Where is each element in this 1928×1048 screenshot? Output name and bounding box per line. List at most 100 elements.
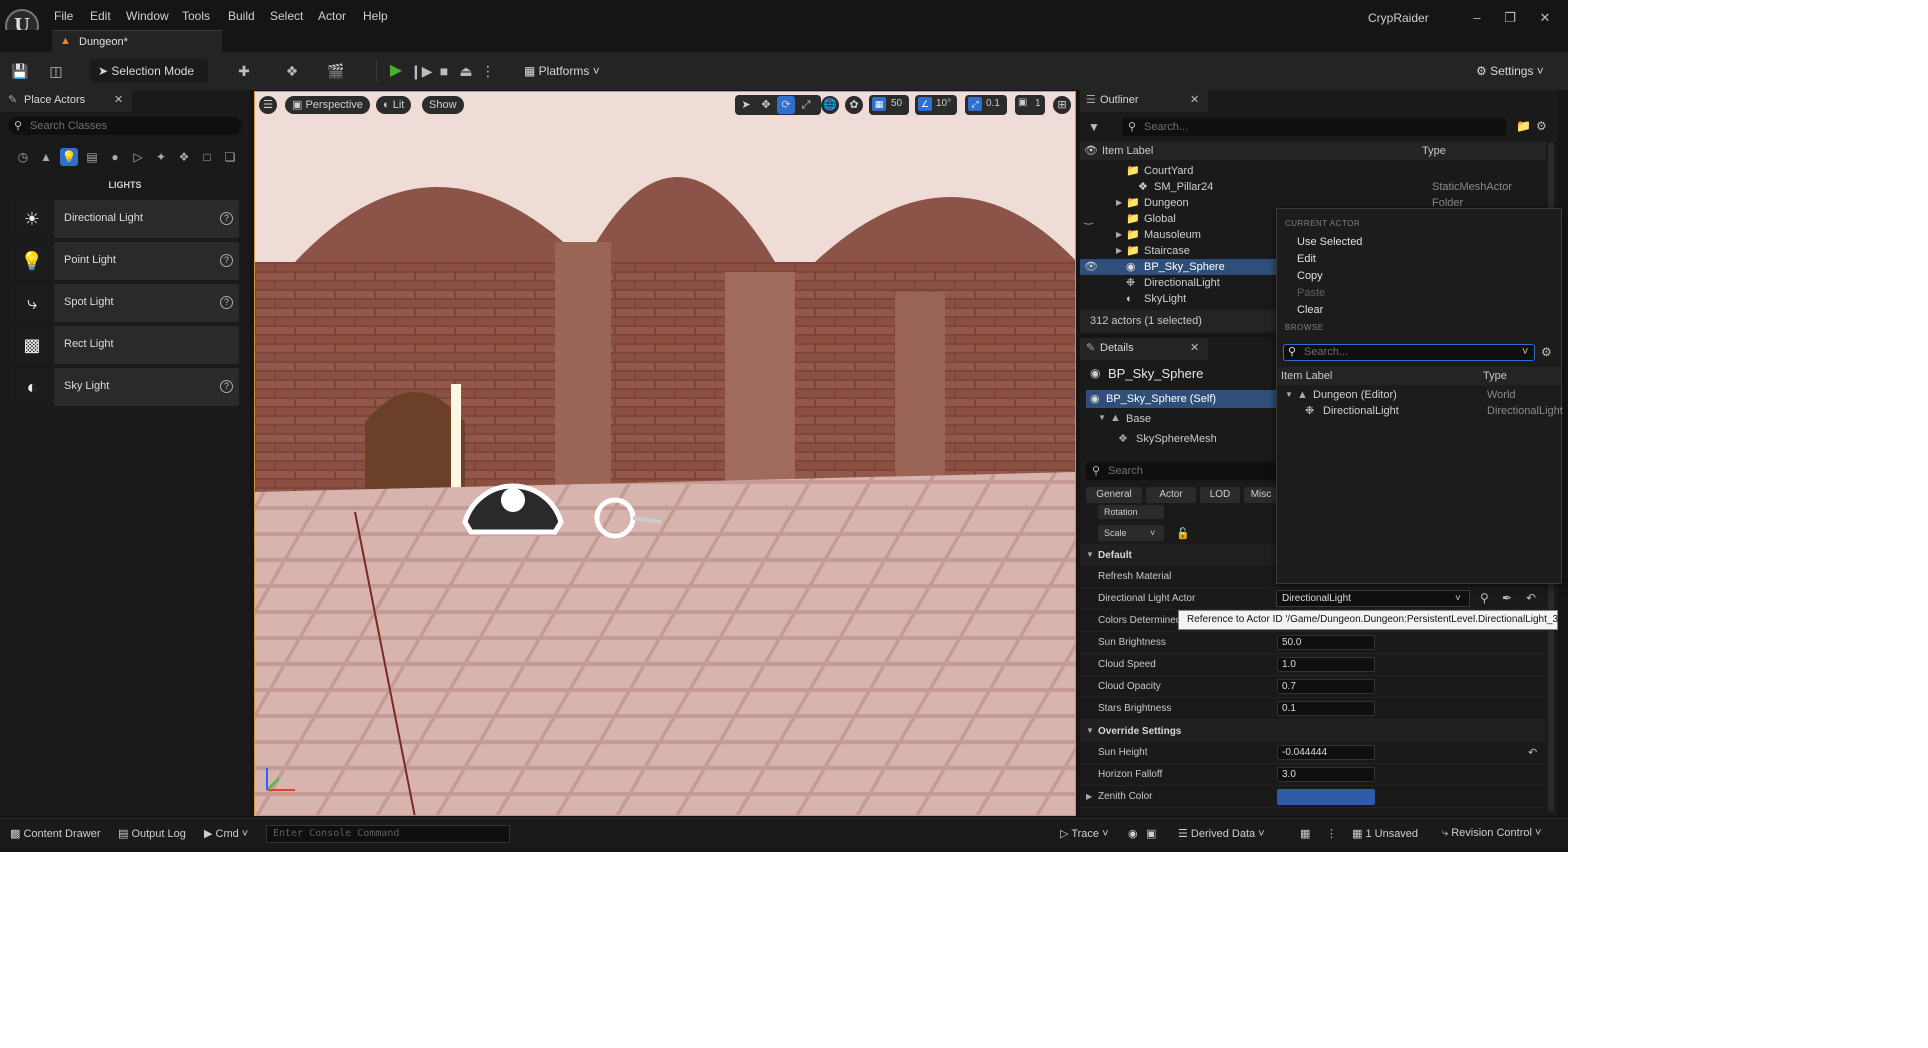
collapse-arrow-icon[interactable]: ▼ <box>1098 413 1106 422</box>
popup-tree-row[interactable]: ▼ ▲ Dungeon (Editor) World <box>1277 387 1561 403</box>
item-label-column[interactable]: Item Label <box>1281 370 1332 382</box>
help-icon[interactable]: ? <box>220 296 233 309</box>
clear-item[interactable]: Clear <box>1297 304 1323 316</box>
sun-height-input[interactable]: -0.044444 <box>1277 745 1375 760</box>
misc-category-icon[interactable]: ❏ <box>221 148 239 166</box>
expand-arrow-icon[interactable]: ▶ <box>1086 792 1092 801</box>
rotation-dropdown[interactable]: Rotation <box>1098 505 1164 519</box>
lock-icon[interactable]: 🔓 <box>1176 527 1190 540</box>
surface-snap-icon[interactable]: ✿ <box>845 96 863 114</box>
component-row-selected[interactable]: ◉ BP_Sky_Sphere (Self) <box>1086 390 1276 408</box>
close-tab-icon[interactable]: ✕ <box>1190 93 1199 106</box>
eyedropper-icon[interactable]: ✒ <box>1502 591 1512 605</box>
content-drawer-button[interactable]: ▩ Content Drawer <box>10 827 101 840</box>
expand-arrow-icon[interactable]: ▶ <box>1116 195 1122 211</box>
save-icon[interactable]: 💾 <box>10 61 30 81</box>
close-tab-icon[interactable]: ✕ <box>114 93 123 106</box>
sun-brightness-input[interactable]: 50.0 <box>1277 635 1375 650</box>
rotation-snap-group[interactable]: ∠ 10° <box>915 95 957 115</box>
menu-select[interactable]: Select <box>270 9 303 23</box>
visual-effects-category-icon[interactable]: ● <box>106 148 124 166</box>
reset-icon[interactable]: ↶ <box>1528 746 1537 759</box>
close-window-icon[interactable]: ✕ <box>1530 8 1560 28</box>
lights-category-icon[interactable]: 💡 <box>60 148 78 166</box>
search-classes-input[interactable]: ⚲ Search Classes <box>8 117 242 135</box>
type-column[interactable]: Type <box>1422 145 1446 157</box>
record-icon[interactable]: ◉ <box>1128 827 1138 840</box>
horizon-falloff-input[interactable]: 3.0 <box>1277 767 1375 782</box>
volumes-category-icon[interactable]: ✦ <box>152 148 170 166</box>
popup-tree-row[interactable]: ❉ DirectionalLight DirectionalLight <box>1277 403 1563 419</box>
cinematic-category-icon[interactable]: ▤ <box>83 148 101 166</box>
grid-snap-group[interactable]: ▦ 50 <box>869 95 909 115</box>
stop-icon[interactable]: ■ <box>434 61 454 81</box>
show-button[interactable]: Show <box>422 96 464 114</box>
outliner-search-input[interactable]: ⚲ Search... <box>1122 118 1506 136</box>
collapse-arrow-icon[interactable]: ▼ <box>1285 387 1293 403</box>
trace-button[interactable]: ▷ Trace ˅ <box>1060 827 1109 840</box>
screenshot-icon[interactable]: ▣ <box>1146 827 1156 840</box>
visibility-icon[interactable]: 👁 <box>1084 259 1098 275</box>
layout-icon[interactable]: ⊞ <box>1053 96 1071 114</box>
output-log-button[interactable]: ▤ Output Log <box>118 827 186 840</box>
scale-snap-group[interactable]: ⤢ 0.1 <box>965 95 1007 115</box>
camera-speed-group[interactable]: ▣ 1 <box>1015 95 1045 115</box>
details-search-input[interactable]: ⚲ Search <box>1086 462 1276 480</box>
cinematics-icon[interactable]: 🎬 <box>326 61 346 81</box>
select-tool-icon[interactable]: ➤ <box>737 96 755 114</box>
level-tab[interactable]: ▲ Dungeon* <box>52 30 222 52</box>
popup-search-input[interactable]: ⚲ Search... ˅ <box>1283 344 1535 361</box>
actor-item-spot-light[interactable]: ⤷ Spot Light ? <box>10 284 239 322</box>
component-row[interactable]: ❖ SkySphereMesh <box>1114 432 1274 448</box>
menu-tools[interactable]: Tools <box>182 9 210 23</box>
component-row[interactable]: ▼ ▲ Base <box>1094 412 1274 428</box>
copy-item[interactable]: Copy <box>1297 270 1323 282</box>
derived-data-button[interactable]: ☰ Derived Data ˅ <box>1178 827 1265 840</box>
gear-icon[interactable]: ⚙ <box>1536 119 1547 133</box>
eject-icon[interactable]: ⏏ <box>456 61 476 81</box>
move-tool-icon[interactable]: ✥ <box>757 96 775 114</box>
revision-control-button[interactable]: ⤷ Revision Control ˅ <box>1442 827 1541 840</box>
expand-arrow-icon[interactable]: ▶ <box>1116 227 1122 243</box>
help-icon[interactable]: ? <box>220 380 233 393</box>
level-viewport[interactable]: ☰ ▣ Perspective ◐ Lit Show ➤ ✥ ⟳ ⤢ 🌐 ✿ ▦… <box>254 91 1076 816</box>
cloud-opacity-input[interactable]: 0.7 <box>1277 679 1375 694</box>
new-folder-icon[interactable]: 📁 <box>1516 119 1531 133</box>
menu-edit[interactable]: Edit <box>90 9 111 23</box>
basic-category-icon[interactable]: ▲ <box>37 148 55 166</box>
more-options-icon[interactable]: ⋮ <box>478 61 498 81</box>
browse-to-icon[interactable]: ⚲ <box>1480 591 1489 605</box>
filter-tab-misc[interactable]: Misc <box>1244 487 1278 503</box>
add-actor-icon[interactable]: ✚ <box>234 61 254 81</box>
help-icon[interactable]: ? <box>220 212 233 225</box>
filter-icon[interactable]: ▼ <box>1088 120 1100 134</box>
filter-tab-actor[interactable]: Actor <box>1146 487 1196 503</box>
content-browser-icon[interactable]: ◫ <box>46 61 66 81</box>
step-icon[interactable]: ❙▶ <box>410 61 433 81</box>
scale-dropdown[interactable]: Scale ˅ <box>1098 525 1164 541</box>
close-tab-icon[interactable]: ✕ <box>1190 341 1199 354</box>
cloud-speed-input[interactable]: 1.0 <box>1277 657 1375 672</box>
geometry-category-icon[interactable]: ▷ <box>129 148 147 166</box>
filter-tab-general[interactable]: General <box>1086 487 1142 503</box>
item-label-column[interactable]: Item Label <box>1102 145 1153 157</box>
settings-button[interactable]: ⚙ Settings ˅ <box>1468 59 1552 83</box>
shapes-category-icon[interactable]: □ <box>198 148 216 166</box>
actor-item-rect-light[interactable]: ▩ Rect Light <box>10 326 239 364</box>
tree-row[interactable]: ❖ SM_Pillar24 StaticMeshActor <box>1080 179 1546 195</box>
actor-item-sky-light[interactable]: ◐ Sky Light ? <box>10 368 239 406</box>
help-icon[interactable]: ? <box>220 254 233 267</box>
actor-item-point-light[interactable]: 💡 Point Light ? <box>10 242 239 280</box>
more-options-icon[interactable]: ⋮ <box>1326 827 1337 840</box>
zenith-color-swatch[interactable] <box>1277 789 1375 805</box>
selection-mode-button[interactable]: ➤ Selection Mode ˅ <box>90 59 208 102</box>
reset-icon[interactable]: ↶ <box>1526 591 1536 605</box>
maximize-icon[interactable]: ❐ <box>1495 8 1525 28</box>
blueprint-icon[interactable]: ❖ <box>282 61 302 81</box>
console-command-input[interactable]: Enter Console Command <box>266 825 510 843</box>
stars-brightness-input[interactable]: 0.1 <box>1277 701 1375 716</box>
type-column[interactable]: Type <box>1483 370 1507 382</box>
menu-actor[interactable]: Actor <box>318 9 346 23</box>
filter-tab-lod[interactable]: LOD <box>1200 487 1240 503</box>
scale-tool-icon[interactable]: ⤢ <box>797 96 815 114</box>
